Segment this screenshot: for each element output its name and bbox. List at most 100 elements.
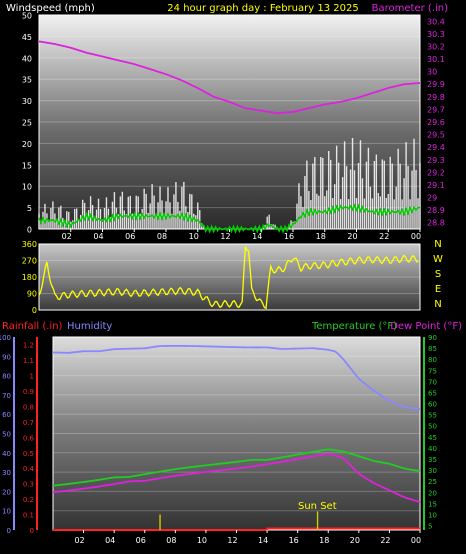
rain-axis-tick: 0.5 (23, 450, 34, 458)
x-tick-label: 08 (166, 536, 176, 545)
barometer-axis-tick: 29.4 (427, 143, 445, 152)
rain-axis-tick: 0.9 (23, 388, 34, 396)
x-tick-label: 18 (319, 536, 329, 545)
compass-letter: S (435, 269, 441, 280)
wind-axis-tick: 50 (22, 12, 32, 21)
x-tick-label: 00 (411, 232, 421, 241)
rain-axis-tick: 0.4 (23, 465, 35, 473)
humidity-axis-tick: 20 (2, 488, 11, 496)
barometer-axis-tick: 30 (427, 68, 437, 77)
wind-axis-tick: 25 (22, 119, 32, 128)
compass-letter: N (434, 239, 441, 250)
barometer-axis-tick: 28.9 (427, 206, 445, 215)
barometer-axis-tick: 30.4 (427, 17, 445, 26)
wind-axis-tick: 10 (22, 183, 32, 192)
direction-axis-tick: 180 (22, 273, 37, 282)
x-tick-label: 14 (252, 232, 262, 241)
temperature-axis-tick: 5 (428, 523, 432, 531)
x-tick-label: 12 (227, 536, 237, 545)
temperature-axis-tick: 60 (428, 401, 437, 409)
rain-axis-tick: 0 (30, 527, 34, 535)
temperature-axis-tick: 85 (428, 345, 437, 353)
x-tick-label: 12 (220, 232, 230, 241)
chart-title: 24 hour graph day : February 13 2025 (167, 3, 358, 14)
temperature-axis-tick: 45 (428, 434, 437, 442)
rain-axis-tick: 1 (30, 373, 34, 381)
compass-letter: N (434, 299, 441, 310)
humidity-axis-tick: 90 (2, 353, 11, 361)
x-tick-label: 06 (125, 232, 135, 241)
x-tick-label: 18 (316, 232, 326, 241)
temperature-axis-tick: 55 (428, 412, 437, 420)
x-tick-label: 20 (350, 536, 360, 545)
barometer-axis-tick: 30.1 (427, 55, 445, 64)
x-tick-label: 14 (258, 536, 268, 545)
compass-letter: W (433, 254, 443, 265)
rain-axis-tick: 0.3 (23, 481, 34, 489)
x-tick-label: 04 (105, 536, 115, 545)
humidity-axis-tick: 80 (2, 373, 11, 381)
x-tick-label: 16 (289, 536, 299, 545)
rain-axis-tick: 0.8 (23, 403, 34, 411)
x-tick-label: 16 (284, 232, 294, 241)
rain-axis-tick: 0.2 (23, 496, 34, 504)
wind-axis-tick: 35 (22, 76, 32, 85)
wind-axis-tick: 40 (22, 54, 32, 63)
wind-axis-tick: 0 (27, 226, 32, 235)
barometer-axis-tick: 29.7 (427, 105, 445, 114)
temperature-axis-tick: 40 (428, 445, 437, 453)
humidity-axis-tick: 40 (2, 450, 11, 458)
temperature-axis-tick: 65 (428, 389, 437, 397)
temperature-label: Temperature (°F) (311, 321, 397, 332)
x-tick-label: 10 (189, 232, 199, 241)
temperature-axis-tick: 80 (428, 356, 437, 364)
wind-axis-tick: 30 (22, 97, 32, 106)
x-tick-label: 04 (93, 232, 103, 241)
temperature-axis-tick: 50 (428, 423, 437, 431)
humidity-label: Humidity (67, 321, 112, 332)
dewpoint-label: Dew Point (°F) (390, 321, 462, 332)
x-tick-label: 20 (347, 232, 357, 241)
humidity-axis-tick: 10 (2, 508, 11, 516)
barometer-axis-tick: 29.5 (427, 131, 445, 140)
x-tick-label: 22 (380, 536, 390, 545)
rain-axis-tick: 1.2 (23, 342, 34, 350)
x-tick-label: 02 (74, 536, 84, 545)
x-tick-label: 08 (157, 232, 167, 241)
rain-axis-tick: 0.7 (23, 419, 34, 427)
rainfall-label: Rainfall (.in) (2, 321, 63, 332)
temperature-axis-tick: 75 (428, 367, 437, 375)
barometer-axis-tick: 28.8 (427, 219, 445, 228)
temperature-axis-tick: 20 (428, 489, 437, 497)
barometer-axis-tick: 29.6 (427, 118, 445, 127)
humidity-axis-tick: 50 (2, 431, 11, 439)
humidity-axis-tick: 100 (0, 334, 11, 342)
direction-axis-tick: 360 (22, 240, 37, 249)
x-tick-label: 10 (197, 536, 207, 545)
rain-axis-tick: 1.1 (23, 357, 34, 365)
direction-axis-tick: 270 (22, 257, 37, 266)
humidity-axis-tick: 0 (7, 527, 11, 535)
temperature-axis-tick: 10 (428, 511, 437, 519)
barometer-axis-tick: 29.2 (427, 168, 445, 177)
rain-axis-tick: 0.6 (23, 434, 35, 442)
direction-axis-tick: 90 (27, 290, 37, 299)
temperature-axis-tick: 30 (428, 467, 437, 475)
weather-graph: Windspeed (mph) 24 hour graph day : Febr… (0, 3, 462, 545)
barometer-axis-tick: 29.1 (427, 181, 445, 190)
barometer-axis-tick: 29.3 (427, 156, 445, 165)
x-tick-label: 00 (411, 536, 421, 545)
temperature-axis-tick: 35 (428, 456, 437, 464)
barometer-axis-tick: 29.8 (427, 93, 445, 102)
temperature-axis-tick: 25 (428, 478, 437, 486)
humidity-axis-tick: 30 (2, 469, 11, 477)
direction-axis-tick: 0 (32, 306, 37, 315)
barometer-axis-tick: 30.3 (427, 30, 445, 39)
compass-letter: E (435, 284, 441, 295)
windspeed-label: Windspeed (mph) (6, 3, 95, 14)
rain-axis-tick: 0.1 (23, 512, 34, 520)
sunset-label: Sun Set (298, 501, 337, 512)
humidity-axis-tick: 60 (2, 411, 11, 419)
barometer-axis-tick: 30.2 (427, 42, 445, 51)
temperature-axis-tick: 90 (428, 334, 437, 342)
